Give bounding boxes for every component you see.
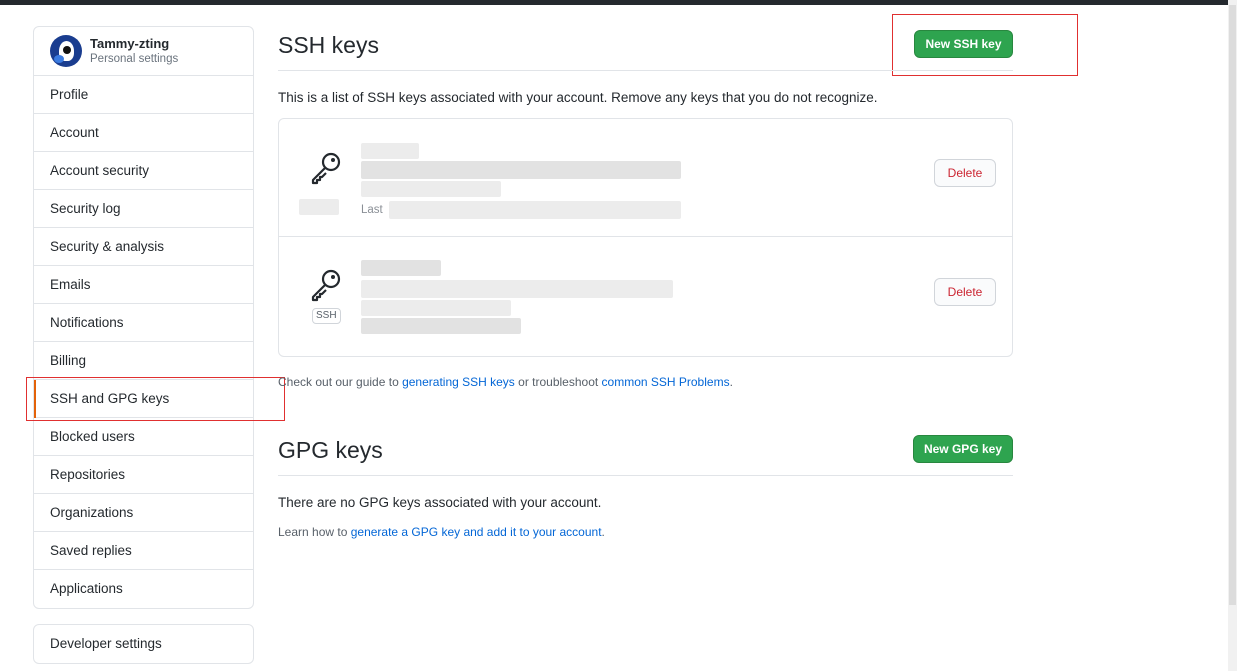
sidebar-item-blocked-users[interactable]: Blocked users [34, 418, 253, 456]
ssh-title-divider [278, 70, 1013, 71]
redacted-key-added [361, 300, 511, 316]
top-header-bar [0, 0, 1228, 5]
redacted-key-added [361, 181, 501, 197]
common-ssh-problems-link[interactable]: common SSH Problems [602, 375, 730, 389]
gpg-title-divider [278, 475, 1013, 476]
gpg-learn-suffix: . [601, 525, 605, 539]
redacted-key-last-used [361, 318, 521, 334]
ssh-key-row: Last Delete [279, 119, 1012, 237]
sidebar-user-header[interactable]: Tammy-zting Personal settings [34, 27, 253, 76]
user-name[interactable]: Tammy-zting [90, 36, 178, 52]
ssh-guide-prefix: Check out our guide to [278, 375, 403, 389]
ssh-key-row: SSH Delete [279, 238, 1012, 356]
sidebar-item-saved-replies[interactable]: Saved replies [34, 532, 253, 570]
ssh-guide-middle: or troubleshoot [514, 375, 602, 389]
ssh-description: This is a list of SSH keys associated wi… [278, 90, 878, 105]
ssh-badge: SSH [312, 308, 341, 324]
sidebar-item-notifications[interactable]: Notifications [34, 304, 253, 342]
ssh-keys-list: Last Delete SSH Delete [278, 118, 1013, 357]
redacted-key-badge [299, 199, 339, 215]
scrollbar-thumb[interactable] [1229, 5, 1236, 605]
delete-ssh-key-button[interactable]: Delete [934, 278, 996, 306]
sidebar-item-repositories[interactable]: Repositories [34, 456, 253, 494]
redacted-key-last-used [389, 201, 681, 219]
ssh-guide-text: Check out our guide to generating SSH ke… [278, 375, 733, 389]
sidebar-item-emails[interactable]: Emails [34, 266, 253, 304]
gpg-empty-text: There are no GPG keys associated with yo… [278, 495, 602, 510]
sidebar-item-account[interactable]: Account [34, 114, 253, 152]
sidebar-item-applications[interactable]: Applications [34, 570, 253, 608]
redacted-key-title [361, 260, 441, 276]
ssh-guide-suffix: . [729, 375, 733, 389]
sidebar-item-account-security[interactable]: Account security [34, 152, 253, 190]
sidebar-item-organizations[interactable]: Organizations [34, 494, 253, 532]
sidebar-item-security-log[interactable]: Security log [34, 190, 253, 228]
gpg-learn-text: Learn how to generate a GPG key and add … [278, 525, 605, 539]
delete-ssh-key-button[interactable]: Delete [934, 159, 996, 187]
key-icon [311, 152, 341, 185]
sidebar-item-billing[interactable]: Billing [34, 342, 253, 380]
generate-gpg-key-link[interactable]: generate a GPG key and add it to your ac… [351, 525, 602, 539]
key-last-used-label: Last [361, 204, 383, 216]
gpg-keys-title: GPG keys [278, 437, 383, 463]
page-scrollbar[interactable] [1228, 0, 1237, 671]
new-gpg-key-button[interactable]: New GPG key [913, 435, 1013, 463]
new-ssh-key-button[interactable]: New SSH key [914, 30, 1013, 58]
avatar[interactable] [50, 35, 82, 67]
user-subtitle: Personal settings [90, 53, 179, 65]
redacted-key-fingerprint [361, 280, 673, 298]
sidebar-item-profile[interactable]: Profile [34, 76, 253, 114]
gpg-learn-prefix: Learn how to [278, 525, 351, 539]
generating-ssh-keys-link[interactable]: generating SSH keys [402, 375, 515, 389]
annotation-highlight-ssh-gpg [26, 377, 285, 421]
key-icon [311, 269, 341, 302]
settings-sidebar: Tammy-zting Personal settings Profile Ac… [33, 26, 254, 609]
sidebar-item-developer-settings[interactable]: Developer settings [33, 624, 254, 664]
ssh-keys-title: SSH keys [278, 32, 379, 58]
sidebar-item-security-analysis[interactable]: Security & analysis [34, 228, 253, 266]
redacted-key-fingerprint [361, 161, 681, 179]
redacted-key-title [361, 143, 419, 159]
